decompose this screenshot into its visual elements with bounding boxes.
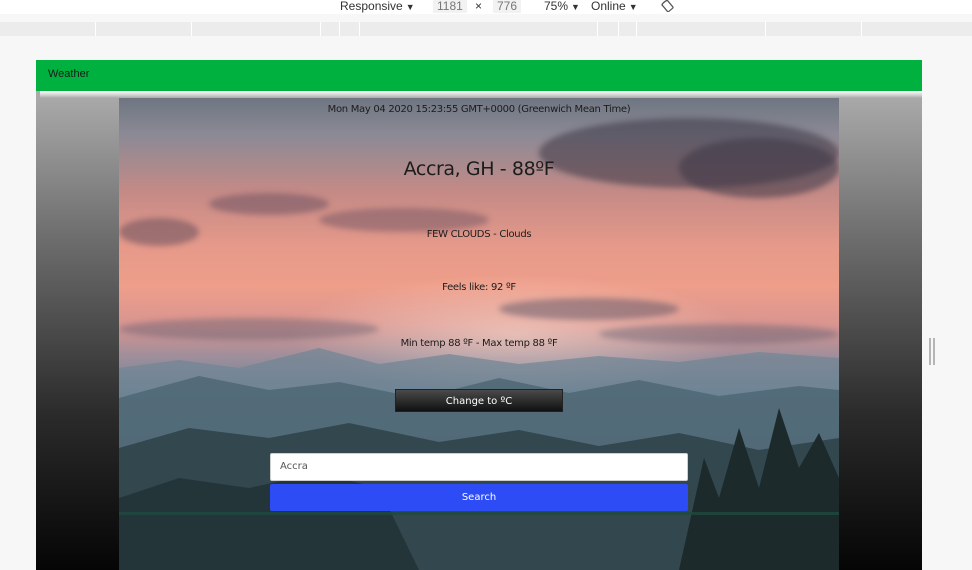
navbar: Weather (36, 60, 922, 91)
network-select[interactable]: Online ▼ (591, 0, 638, 14)
nav-title[interactable]: Weather (48, 68, 89, 80)
weather-description: FEW CLOUDS - Clouds (426, 229, 532, 240)
search-input[interactable]: Accra (270, 453, 688, 481)
caret-down-icon: ▼ (405, 2, 415, 12)
change-unit-button[interactable]: Change to ºC (395, 389, 563, 412)
page-viewport: Weather Mon May 04 2020 15:23:55 GMT+000… (36, 60, 922, 570)
device-label: Responsive (340, 0, 403, 13)
cloud (209, 193, 329, 215)
device-select[interactable]: Responsive ▼ (340, 0, 415, 14)
location-temperature: Accra, GH - 88ºF (403, 158, 555, 180)
height-input[interactable]: 776 (493, 0, 522, 13)
resize-handle-icon[interactable] (929, 338, 935, 365)
nav-shadow (40, 91, 922, 98)
network-label: Online (591, 0, 626, 13)
media-query-ruler (0, 22, 972, 36)
dimension-separator: × (475, 0, 483, 13)
devtools-toolbar: Responsive ▼ 1181 × 776 75% ▼ Online ▼ (0, 0, 972, 14)
cloud (499, 298, 679, 320)
rotate-icon[interactable] (661, 0, 674, 12)
card-edge (119, 512, 839, 515)
min-max-temp: Min temp 88 ºF - Max temp 88 ºF (400, 338, 558, 349)
caret-down-icon: ▼ (628, 2, 638, 12)
zoom-label: 75% (544, 0, 569, 13)
width-input[interactable]: 1181 (433, 0, 467, 13)
caret-down-icon: ▼ (571, 2, 580, 12)
date-time: Mon May 04 2020 15:23:55 GMT+0000 (Green… (327, 104, 631, 115)
cloud (119, 318, 379, 340)
zoom-select[interactable]: 75% ▼ (544, 0, 580, 14)
search-button[interactable]: Search (270, 484, 688, 511)
feels-like: Feels like: 92 ºF (442, 282, 516, 293)
weather-panel: Mon May 04 2020 15:23:55 GMT+0000 (Green… (119, 98, 839, 570)
